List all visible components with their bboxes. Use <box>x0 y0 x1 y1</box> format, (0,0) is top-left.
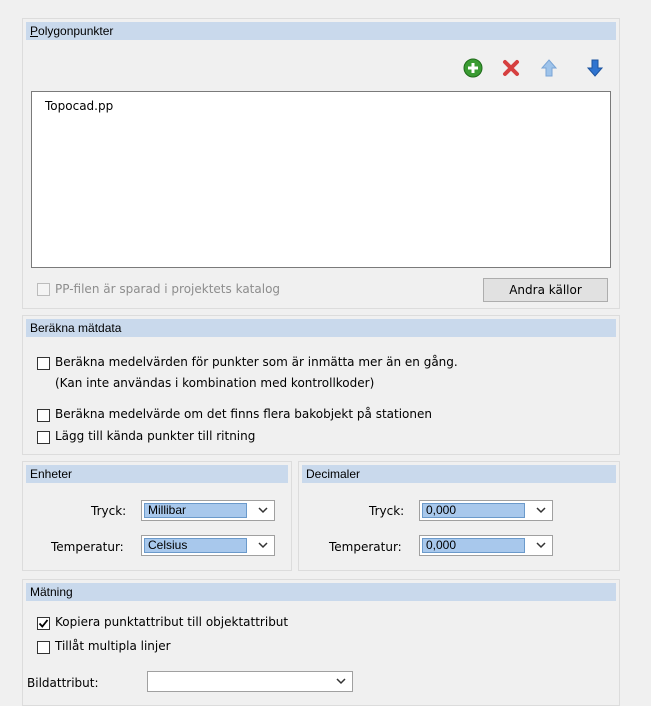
units-temperature-value: Celsius <box>144 538 247 553</box>
move-up-button[interactable] <box>538 57 560 79</box>
decimals-temperature-value: 0,000 <box>422 538 525 553</box>
move-down-button[interactable] <box>584 57 606 79</box>
decimals-pressure-label: Tryck: <box>369 504 405 518</box>
compute-backsight-label: Beräkna medelvärde om det finns flera ba… <box>55 407 432 421</box>
decimals-temperature-label: Temperatur: <box>329 540 402 554</box>
arrow-up-icon <box>540 59 558 77</box>
delete-button[interactable] <box>500 57 522 79</box>
chevron-down-icon <box>536 507 546 514</box>
add-icon <box>463 58 483 78</box>
chevron-down-icon <box>336 678 346 685</box>
units-temperature-select[interactable]: Celsius <box>141 535 275 556</box>
add-known-points-checkbox[interactable] <box>37 431 50 444</box>
pp-saved-label: PP-filen är sparad i projektets katalog <box>55 282 281 296</box>
polygon-points-header: Polygonpunkter <box>26 22 616 40</box>
pp-saved-checkbox[interactable] <box>37 283 50 296</box>
units-header: Enheter <box>26 465 288 483</box>
multi-lines-label: Tillåt multipla linjer <box>55 639 171 653</box>
decimals-pressure-value: 0,000 <box>422 503 525 518</box>
units-pressure-label: Tryck: <box>91 504 127 518</box>
decimals-temperature-select[interactable]: 0,000 <box>419 535 553 556</box>
arrow-down-icon <box>586 59 604 77</box>
compute-backsight-checkbox[interactable] <box>37 409 50 422</box>
pp-file-list[interactable]: Topocad.pp <box>31 91 611 268</box>
units-temperature-label: Temperatur: <box>51 540 124 554</box>
compute-average-checkbox[interactable] <box>37 357 50 370</box>
add-button[interactable] <box>462 57 484 79</box>
image-attr-label: Bildattribut: <box>27 676 99 690</box>
compute-average-note: (Kan inte användas i kombination med kon… <box>55 376 375 390</box>
chevron-down-icon <box>258 507 268 514</box>
copy-attr-label: Kopiera punktattribut till objektattribu… <box>55 615 289 629</box>
change-sources-button[interactable]: Andra källor <box>483 278 608 302</box>
decimals-header: Decimaler <box>302 465 616 483</box>
multi-lines-checkbox[interactable] <box>37 641 50 654</box>
measurement-header: Mätning <box>26 583 616 601</box>
delete-icon <box>503 60 519 76</box>
checkmark-icon <box>38 619 49 628</box>
units-pressure-select[interactable]: Millibar <box>141 500 275 521</box>
chevron-down-icon <box>536 542 546 549</box>
list-item[interactable]: Topocad.pp <box>45 99 113 113</box>
compute-header: Beräkna mätdata <box>26 319 616 337</box>
scrollbar-track[interactable] <box>632 0 651 701</box>
add-known-points-label: Lägg till kända punkter till ritning <box>55 429 256 443</box>
chevron-down-icon <box>258 542 268 549</box>
decimals-pressure-select[interactable]: 0,000 <box>419 500 553 521</box>
units-pressure-value: Millibar <box>144 503 247 518</box>
image-attr-select[interactable] <box>147 671 353 692</box>
copy-attr-checkbox[interactable] <box>37 617 50 630</box>
compute-average-label: Beräkna medelvärden för punkter som är i… <box>55 355 458 369</box>
